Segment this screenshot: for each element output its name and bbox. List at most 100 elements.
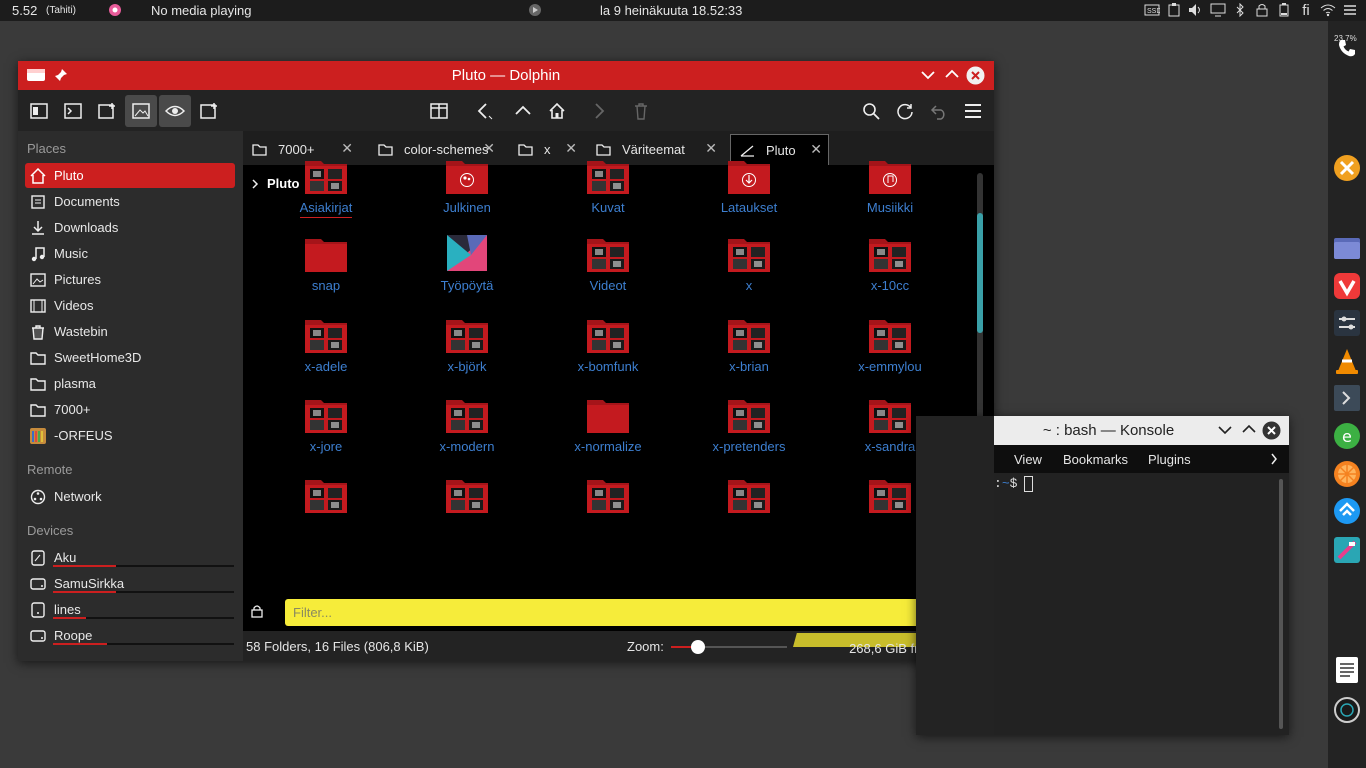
place-pluto[interactable]: Pluto — [25, 163, 235, 188]
undo-icon[interactable] — [923, 95, 955, 127]
filter-bar: Filter... — [243, 593, 994, 631]
folder-item[interactable]: Videot — [543, 235, 673, 293]
back-icon[interactable] — [467, 95, 499, 127]
lock-icon[interactable] — [1254, 2, 1270, 18]
scrollbar-thumb[interactable] — [977, 213, 983, 333]
up-icon[interactable] — [507, 95, 539, 127]
media-status[interactable]: No media playing — [151, 3, 251, 18]
folder-item[interactable]: x-modern — [402, 396, 532, 454]
minimize-icon[interactable] — [921, 69, 935, 81]
close-icon[interactable] — [966, 66, 985, 85]
konsole-titlebar[interactable]: ~ : bash — Konsole — [994, 416, 1289, 445]
kde-connect-icon[interactable] — [1332, 496, 1362, 526]
search-icon[interactable] — [855, 95, 887, 127]
lock-icon[interactable] — [251, 604, 263, 618]
weather-temp[interactable]: 5.52 — [12, 3, 37, 18]
home-icon[interactable] — [541, 95, 573, 127]
bookmarks-icon[interactable]: e — [1332, 421, 1362, 451]
folder-item[interactable]: x-10cc — [825, 235, 955, 293]
preview-icon[interactable] — [125, 95, 157, 127]
maximize-icon[interactable] — [945, 68, 959, 80]
folder-item[interactable] — [684, 476, 814, 519]
folder-item[interactable]: x-pretenders — [684, 396, 814, 454]
new-tab-icon[interactable] — [193, 95, 225, 127]
files-icon[interactable] — [1332, 233, 1362, 263]
folder-item[interactable]: x-björk — [402, 316, 532, 374]
folder-item[interactable]: Kuvat — [543, 157, 673, 215]
place-documents[interactable]: Documents — [25, 189, 235, 214]
reload-icon[interactable] — [889, 95, 921, 127]
folder-item[interactable]: Musiikki — [825, 157, 955, 215]
terminal-area[interactable]: :~$ — [994, 473, 1289, 735]
terminal-icon[interactable] — [1332, 383, 1362, 413]
folder-item[interactable]: Julkinen — [402, 157, 532, 215]
filter-input[interactable]: Filter... — [285, 599, 953, 626]
settings-icon[interactable] — [1332, 308, 1362, 338]
folder-item[interactable]: x-normalize — [543, 396, 673, 454]
language-indicator[interactable]: fi — [1298, 2, 1314, 19]
new-window-icon[interactable] — [91, 95, 123, 127]
zoom-slider-handle[interactable] — [691, 640, 706, 654]
folder-icon — [728, 239, 770, 272]
folder-item[interactable]: Työpöytä — [402, 235, 532, 293]
chevron-right-icon[interactable] — [1270, 453, 1278, 465]
show-hidden-icon[interactable] — [159, 95, 191, 127]
split-view-icon[interactable] — [423, 95, 455, 127]
folder-item[interactable]: x-bomfunk — [543, 316, 673, 374]
xmarks-icon[interactable] — [1332, 153, 1362, 183]
place-plasma[interactable]: plasma — [25, 371, 235, 396]
phone-icon[interactable] — [1332, 33, 1362, 63]
place-7000[interactable]: 7000+ — [25, 397, 235, 422]
maximize-icon[interactable] — [1242, 423, 1256, 435]
place-network[interactable]: Network — [25, 484, 235, 509]
wifi-icon[interactable] — [1320, 2, 1336, 18]
delete-icon[interactable] — [625, 95, 657, 127]
media-icon — [108, 3, 122, 17]
volume-icon[interactable] — [1188, 2, 1204, 18]
folder-item[interactable]: Lataukset — [684, 157, 814, 215]
folder-item[interactable]: x-adele — [261, 316, 391, 374]
folder-item[interactable]: x-emmylou — [825, 316, 955, 374]
notes-icon[interactable] — [1332, 655, 1362, 685]
scrollbar[interactable] — [1279, 479, 1283, 729]
bluetooth-icon[interactable] — [1232, 2, 1248, 18]
display-icon[interactable] — [1210, 2, 1226, 18]
folder-item[interactable]: x-brian — [684, 316, 814, 374]
folder-item[interactable] — [402, 476, 532, 519]
play-icon[interactable] — [528, 3, 542, 17]
clock-icon[interactable] — [1332, 695, 1362, 725]
place-music[interactable]: Music — [25, 241, 235, 266]
orange-icon[interactable] — [1332, 459, 1362, 489]
menu-view[interactable]: View — [1014, 452, 1042, 467]
place-orfeus[interactable]: -ORFEUS — [25, 423, 235, 448]
place-sweethome3d[interactable]: SweetHome3D — [25, 345, 235, 370]
battery-icon[interactable] — [1276, 2, 1292, 18]
folder-item[interactable] — [543, 476, 673, 519]
folder-item[interactable]: x-jore — [261, 396, 391, 454]
app-icon[interactable] — [1332, 535, 1362, 565]
forward-icon[interactable] — [583, 95, 615, 127]
place-downloads[interactable]: Downloads — [25, 215, 235, 240]
terminal-panel-icon[interactable] — [57, 95, 89, 127]
menu-bookmarks[interactable]: Bookmarks — [1063, 452, 1128, 467]
place-wastebin[interactable]: Wastebin — [25, 319, 235, 344]
folder-item[interactable] — [261, 476, 391, 519]
vlc-icon[interactable] — [1332, 346, 1362, 376]
folder-item[interactable]: snap — [261, 235, 391, 293]
menu-icon[interactable] — [1342, 2, 1358, 18]
place-pictures[interactable]: Pictures — [25, 267, 235, 292]
hamburger-menu-icon[interactable] — [957, 95, 989, 127]
zoom-slider[interactable] — [671, 640, 787, 654]
folder-item[interactable]: x — [684, 235, 814, 293]
place-videos[interactable]: Videos — [25, 293, 235, 318]
ssd-icon[interactable]: SSD — [1144, 2, 1160, 18]
minimize-icon[interactable] — [1218, 424, 1232, 436]
close-icon[interactable] — [1262, 421, 1281, 440]
clock[interactable]: la 9 heinäkuuta 18.52:33 — [600, 3, 742, 18]
clipboard-icon[interactable] — [1166, 2, 1182, 18]
folder-item[interactable]: Asiakirjat — [261, 157, 391, 218]
window-titlebar[interactable]: Pluto — Dolphin — [18, 61, 994, 90]
places-panel-icon[interactable] — [23, 95, 55, 127]
menu-plugins[interactable]: Plugins — [1148, 452, 1191, 467]
vivaldi-icon[interactable] — [1332, 271, 1362, 301]
